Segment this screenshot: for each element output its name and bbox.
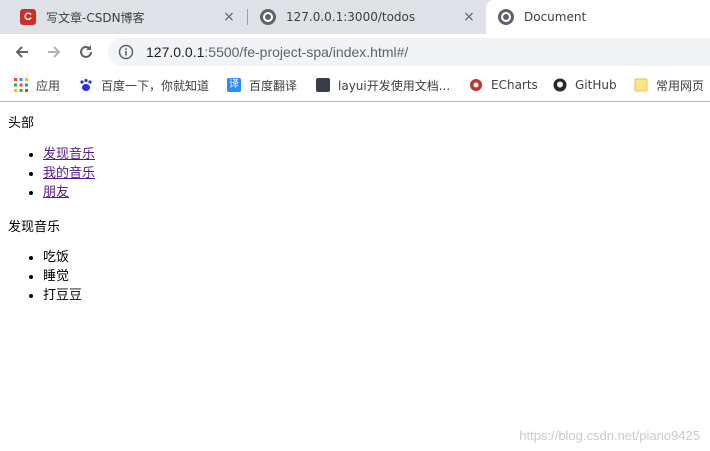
bookmark-echarts[interactable]: ECharts [469, 76, 538, 94]
tab-document[interactable]: Document [486, 0, 710, 34]
csdn-icon: C [20, 9, 36, 25]
bookmark-label: 常用网页 [656, 78, 705, 93]
info-icon[interactable] [118, 44, 134, 60]
nav-item: 朋友 [43, 183, 95, 202]
nav-list: 发现音乐 我的音乐 朋友 [24, 145, 95, 202]
bookmark-label: GitHub [575, 78, 617, 92]
tab-title: 写文章-CSDN博客 [46, 10, 145, 25]
address-bar[interactable]: 127.0.0.1:5500/fe-project-spa/index.html… [108, 38, 710, 66]
bookmark-apps[interactable]: 应用 [14, 76, 60, 94]
watermark: https://blog.csdn.net/piano9425 [519, 428, 700, 443]
bookmark-label: 百度一下，你就知道 [101, 78, 210, 93]
echarts-icon [470, 79, 482, 91]
content-list: 吃饭 睡觉 打豆豆 [24, 248, 82, 305]
arrow-right-icon [48, 46, 61, 58]
page-header: 头部 [8, 116, 35, 131]
bookmark-github[interactable]: GitHub [553, 76, 617, 94]
tab-title: 127.0.0.1:3000/todos [286, 10, 416, 24]
bookmark-label: 百度翻译 [249, 78, 298, 93]
arrow-left-icon [15, 46, 28, 58]
nav-item: 发现音乐 [43, 145, 95, 164]
github-icon [553, 78, 567, 92]
forward-button[interactable] [42, 40, 66, 64]
bookmark-layui[interactable]: layui开发使用文档... [316, 76, 450, 94]
back-button[interactable] [10, 40, 34, 64]
close-icon[interactable]: × [222, 10, 236, 24]
bookmark-label: ECharts [491, 78, 538, 92]
url-path: :5500/fe-project-spa/index.html#/ [204, 44, 409, 60]
tab-csdn[interactable]: C 写文章-CSDN博客 × [8, 0, 244, 34]
bookmark-label: layui开发使用文档... [338, 78, 451, 93]
nav-link-discover-music[interactable]: 发现音乐 [43, 147, 95, 162]
translate-icon: 译 [227, 78, 241, 92]
folder-icon [634, 78, 648, 92]
page-content: 头部 发现音乐 我的音乐 朋友 发现音乐 吃饭 睡觉 打豆豆 https://b… [0, 102, 710, 451]
section-title: 发现音乐 [8, 220, 61, 235]
bookmark-folder[interactable]: 常用网页 [634, 76, 704, 94]
list-item: 打豆豆 [43, 286, 82, 305]
list-item: 睡觉 [43, 267, 82, 286]
bookmark-label: 应用 [36, 78, 61, 93]
bookmarks-bar: 应用 百度一下，你就知道 译 百度翻译 layui开发使用文档... EChar… [0, 71, 710, 99]
bookmark-baidu[interactable]: 百度一下，你就知道 [79, 76, 209, 94]
bookmark-baidu-translate[interactable]: 译 百度翻译 [227, 76, 297, 94]
close-icon[interactable]: × [462, 10, 476, 24]
list-item: 吃饭 [43, 248, 82, 267]
globe-icon [498, 9, 514, 25]
tab-strip: C 写文章-CSDN博客 × 127.0.0.1:3000/todos × Do… [0, 0, 710, 34]
tab-todos[interactable]: 127.0.0.1:3000/todos × [248, 0, 484, 34]
layui-icon [316, 78, 330, 92]
reload-icon [80, 45, 92, 58]
url-text: 127.0.0.1:5500/fe-project-spa/index.html… [146, 44, 408, 60]
browser-toolbar: 127.0.0.1:5500/fe-project-spa/index.html… [0, 34, 710, 71]
apps-grid-icon [14, 78, 28, 92]
nav-link-friends[interactable]: 朋友 [43, 185, 69, 200]
baidu-paw-icon [80, 78, 92, 91]
nav-link-my-music[interactable]: 我的音乐 [43, 166, 95, 181]
reload-button[interactable] [74, 40, 98, 64]
globe-icon [260, 9, 276, 25]
url-host: 127.0.0.1 [146, 44, 205, 60]
nav-item: 我的音乐 [43, 164, 95, 183]
tab-title: Document [524, 10, 587, 24]
